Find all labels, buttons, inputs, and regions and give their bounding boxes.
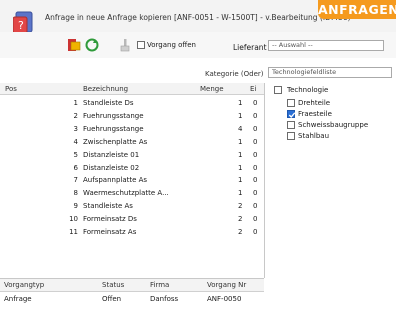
col-vorgangtyp[interactable]: Vorgangtyp (4, 281, 44, 289)
positions-table: Pos Bezeichnung Menge Ei 1 Standleiste Ds… (0, 83, 265, 278)
row-menge: 4 (238, 124, 243, 133)
tree-item-checkbox[interactable] (287, 121, 295, 129)
row-bezeichnung: Formeinsatz As (83, 228, 137, 236)
col-bezeichnung[interactable]: Bezeichnung (83, 85, 128, 93)
table-row[interactable]: 10 Formeinsatz Ds 2 0 (0, 213, 264, 225)
vorgang-header: Vorgangtyp Status Firma Vorgang Nr (0, 279, 264, 292)
row-menge: 1 (238, 99, 243, 107)
vorgang-table: Vorgangtyp Status Firma Vorgang Nr Anfra… (0, 278, 264, 316)
row-bezeichnung: Aufspannplatte As (83, 176, 148, 185)
row-bezeichnung: Distanzleiste 01 (83, 150, 140, 159)
kategorie-label: Kategorie (Oder) (205, 70, 264, 78)
vorgang-row[interactable]: Anfrage Offen Danfoss ANF-0050 (0, 293, 264, 305)
row-menge: 1 (238, 150, 243, 159)
row-ei: 0 (253, 189, 258, 198)
col-status[interactable]: Status (102, 281, 124, 289)
vorgang-offen-checkbox[interactable] (137, 41, 145, 49)
table-header: Pos Bezeichnung Menge Ei (0, 83, 264, 95)
row-bezeichnung: Formeinsatz Ds (83, 215, 137, 224)
kategorie-select[interactable]: Technologiefeldliste (268, 67, 392, 78)
tree-item-label: Stahlbau (298, 132, 330, 140)
tree-item-checkbox[interactable] (287, 110, 296, 118)
lieferant-label: Lieferant (233, 43, 267, 52)
row-bezeichnung: Standleiste As (83, 202, 133, 211)
col-firma[interactable]: Firma (150, 281, 169, 289)
row-pos: 5 (73, 150, 78, 159)
vorgang-status: Offen (102, 295, 122, 303)
row-menge: 1 (238, 111, 243, 120)
table-row[interactable]: 6 Distanzleiste 02 1 0 (0, 162, 264, 174)
row-ei: 0 (253, 202, 258, 211)
row-pos: 1 (73, 99, 78, 107)
tree-item-checkbox[interactable] (287, 99, 295, 107)
row-menge: 2 (238, 215, 243, 224)
row-ei: 0 (253, 111, 258, 120)
row-bezeichnung: Standleiste Ds (83, 99, 134, 107)
table-row[interactable]: 7 Aufspannplatte As 1 0 (0, 174, 264, 186)
tree-item-checkbox[interactable] (287, 132, 295, 140)
row-ei: 0 (253, 176, 258, 185)
col-vorgang-nr[interactable]: Vorgang Nr (207, 281, 246, 289)
export-icon[interactable] (67, 38, 81, 52)
svg-text:?: ? (18, 19, 24, 32)
table-row[interactable]: 3 Fuehrungsstange 4 0 (0, 123, 264, 135)
row-menge: 2 (238, 228, 243, 236)
table-row[interactable]: 1 Standleiste Ds 1 0 (0, 97, 264, 109)
row-bezeichnung: Distanzleiste 02 (83, 163, 140, 172)
row-ei: 0 (253, 215, 258, 224)
table-row[interactable]: 2 Fuehrungsstange 1 0 (0, 110, 264, 122)
table-row[interactable]: 4 Zwischenplatte As 1 0 (0, 136, 264, 148)
tree-root-label: Technologie (287, 86, 329, 94)
row-pos: 9 (73, 202, 78, 211)
tree-item-label: Schweissbaugruppe (298, 121, 369, 129)
row-ei: 0 (253, 228, 258, 236)
row-pos: 3 (73, 124, 78, 133)
checkmark-icon (288, 112, 296, 118)
row-pos: 6 (73, 163, 78, 172)
row-ei: 0 (253, 124, 258, 133)
vorgang-firma: Danfoss (150, 295, 179, 303)
col-pos[interactable]: Pos (5, 85, 17, 93)
row-bezeichnung: Zwischenplatte As (83, 137, 148, 146)
row-menge: 1 (238, 163, 243, 172)
row-pos: 10 (69, 215, 78, 224)
row-pos: 4 (73, 137, 78, 146)
row-menge: 1 (238, 189, 243, 198)
section-banner: ANFRAGEN (318, 0, 396, 19)
vorgang-offen-label: Vorgang offen (147, 41, 196, 49)
row-bezeichnung: Fuehrungsstange (83, 124, 144, 133)
row-ei: 0 (253, 99, 258, 107)
col-ei[interactable]: Ei (250, 85, 256, 93)
tree-item-label: Fraesteile (298, 110, 332, 118)
row-ei: 0 (253, 163, 258, 172)
tree-item-label: Drehteile (298, 99, 331, 107)
row-menge: 2 (238, 202, 243, 211)
row-pos: 8 (73, 189, 78, 198)
row-pos: 2 (73, 111, 78, 120)
vorgang-nr: ANF-0050 (207, 295, 242, 303)
lieferant-select[interactable]: -- Auswahl -- (268, 40, 384, 51)
row-bezeichnung: Waermeschutzplatte A... (83, 189, 169, 198)
row-menge: 1 (238, 137, 243, 146)
category-tree: Technologie Drehteile Fraesteile Schweissb… (265, 83, 396, 315)
tree-root-checkbox[interactable] (274, 86, 282, 94)
brush-icon[interactable] (118, 38, 132, 52)
row-pos: 11 (69, 228, 78, 236)
table-row[interactable]: 11 Formeinsatz As 2 0 (0, 226, 264, 238)
refresh-icon[interactable] (85, 38, 99, 52)
table-row[interactable]: 5 Distanzleiste 01 1 0 (0, 149, 264, 161)
row-menge: 1 (238, 176, 243, 185)
row-ei: 0 (253, 150, 258, 159)
row-ei: 0 (253, 137, 258, 146)
row-pos: 7 (73, 176, 78, 185)
table-row[interactable]: 8 Waermeschutzplatte A... 1 0 (0, 187, 264, 199)
col-menge[interactable]: Menge (200, 85, 224, 93)
row-bezeichnung: Fuehrungsstange (83, 111, 144, 120)
table-row[interactable]: 9 Standleiste As 2 0 (0, 200, 264, 212)
vorgang-typ: Anfrage (4, 295, 32, 303)
